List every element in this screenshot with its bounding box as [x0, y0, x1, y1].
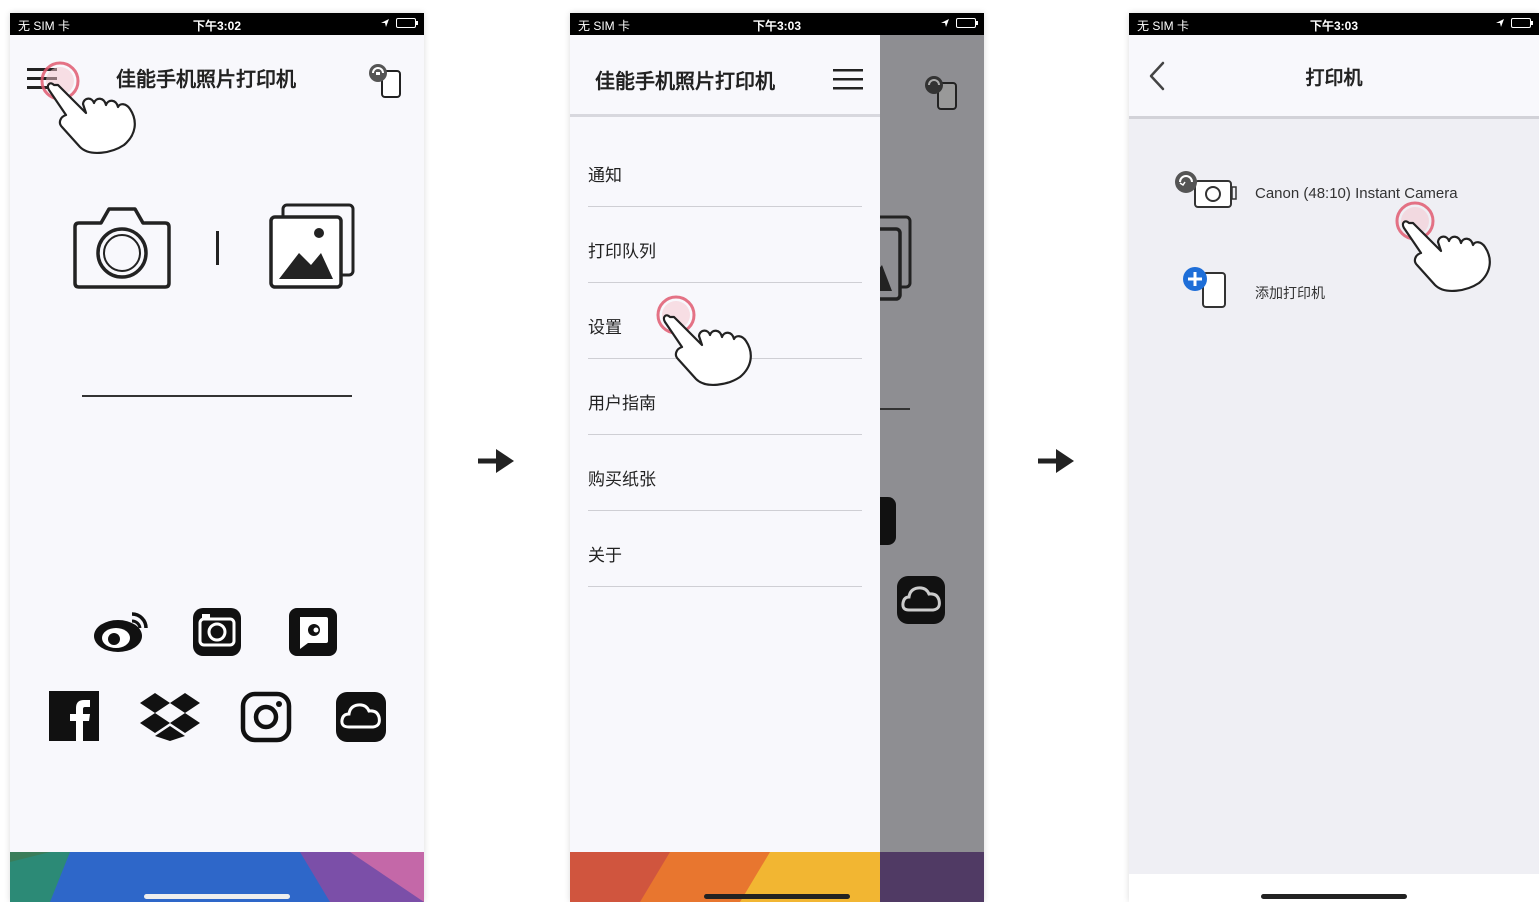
location-icon — [941, 19, 949, 27]
printer-row[interactable]: Canon (48:10) Instant Camera — [1169, 169, 1529, 219]
menu-header: 佳能手机照片打印机 — [570, 35, 880, 117]
menu-item-label: 设置 — [588, 318, 622, 338]
separator-line — [82, 395, 352, 397]
status-bar: 无 SIM 卡 下午3:02 — [10, 13, 424, 35]
menu-item-about[interactable]: 关于 — [588, 511, 862, 587]
separator-line-partial — [880, 408, 910, 410]
menu-item-label: 购买纸张 — [588, 470, 656, 490]
menu-icon[interactable] — [833, 67, 865, 93]
battery-indicator — [940, 18, 978, 28]
page-title: 佳能手机照片打印机 — [116, 67, 296, 91]
status-bar: 无 SIM 卡 下午3:03 — [570, 13, 984, 35]
home-indicator — [704, 894, 850, 899]
facebook-icon[interactable] — [49, 691, 99, 741]
gallery-icon[interactable] — [269, 203, 357, 289]
clock: 下午3:02 — [192, 19, 242, 33]
clock: 下午3:03 — [752, 19, 802, 33]
printer-status-icon[interactable] — [366, 63, 406, 99]
menu-item-buy-paper[interactable]: 购买纸张 — [588, 435, 862, 511]
menu-item-notifications[interactable]: 通知 — [588, 131, 862, 207]
menu-item-print-queue[interactable]: 打印队列 — [588, 207, 862, 283]
menu-item-label: 用户指南 — [588, 394, 656, 414]
phone-screen-printers: 无 SIM 卡 下午3:03 打印机 Canon (48:10) Instant… — [1129, 13, 1539, 902]
hand-pointer-icon — [1401, 220, 1491, 292]
home-indicator — [1261, 894, 1407, 899]
gallery-icon-partial — [880, 215, 912, 301]
clock: 下午3:03 — [1309, 19, 1359, 33]
add-printer-label: 添加打印机 — [1255, 286, 1325, 302]
cloud-icon[interactable] — [335, 691, 387, 743]
camera-icon[interactable] — [73, 203, 171, 289]
side-menu: 佳能手机照片打印机 通知 打印队列 设置 用户指南 购买纸张 关于 — [570, 35, 880, 902]
camera-printer-icon — [1175, 171, 1237, 208]
hand-pointer-icon — [662, 314, 752, 386]
instagram-icon[interactable] — [240, 691, 292, 743]
nav-bar: 打印机 — [1129, 35, 1539, 119]
photo-app-icon[interactable] — [192, 607, 242, 657]
status-bar: 无 SIM 卡 下午3:03 — [1129, 13, 1539, 35]
menu-item-label: 打印队列 — [588, 242, 656, 262]
dropbox-icon[interactable] — [140, 691, 200, 741]
menu-item-label: 关于 — [588, 546, 622, 566]
menu-title: 佳能手机照片打印机 — [595, 69, 775, 93]
icon-partial — [880, 497, 896, 545]
add-printer-icon — [1183, 267, 1226, 308]
battery-indicator — [1495, 18, 1533, 28]
page-title: 打印机 — [1305, 67, 1363, 89]
phone-screen-home: 无 SIM 卡 下午3:02 佳能手机照片打印机 — [10, 13, 424, 902]
location-icon — [381, 19, 389, 27]
menu-item-label: 通知 — [588, 166, 622, 186]
battery-indicator — [380, 18, 418, 28]
arrow-right-icon — [1038, 449, 1074, 473]
dimmed-background[interactable] — [880, 35, 984, 902]
phone-screen-menu: 无 SIM 卡 下午3:03 佳能手机照片打印机 通知 打印队列 设置 用户指南… — [570, 13, 984, 902]
arrow-right-icon — [478, 449, 514, 473]
cloud-icon — [897, 576, 945, 624]
weibo-icon[interactable] — [92, 606, 152, 654]
home-indicator — [144, 894, 290, 899]
chat-app-icon[interactable] — [288, 607, 338, 657]
printer-status-icon — [925, 76, 957, 110]
divider — [216, 231, 219, 265]
location-icon — [1496, 19, 1504, 27]
